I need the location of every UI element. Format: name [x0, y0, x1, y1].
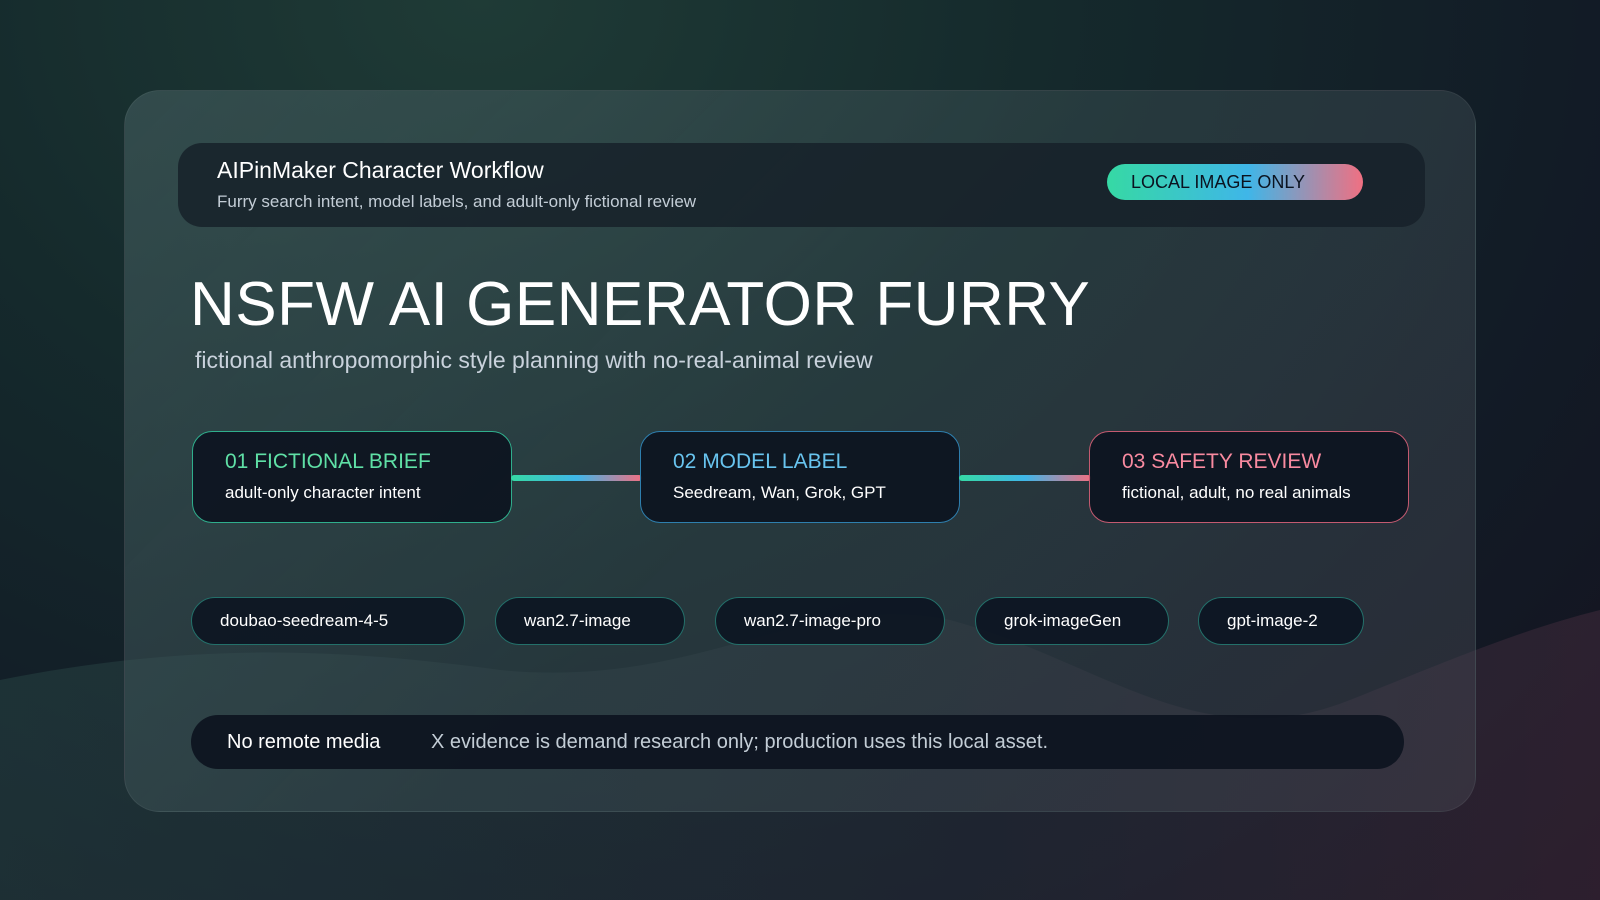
footer-label: No remote media — [227, 731, 381, 753]
model-pill-wan-image-pro: wan2.7-image-pro — [715, 597, 945, 645]
step-title: 02 MODEL LABEL — [673, 450, 848, 473]
step-description: adult-only character intent — [225, 483, 421, 502]
page-title: NSFW AI GENERATOR FURRY — [190, 270, 1091, 339]
local-image-badge: LOCAL IMAGE ONLY — [1107, 164, 1363, 200]
page-subtitle: fictional anthropomorphic style planning… — [195, 347, 873, 373]
footer-text: X evidence is demand research only; prod… — [431, 731, 1049, 753]
footer-note: No remote media X evidence is demand res… — [191, 715, 1404, 769]
header-title: AIPinMaker Character Workflow — [217, 157, 544, 183]
model-pill-grok-imagegen: grok-imageGen — [975, 597, 1169, 645]
step-description: Seedream, Wan, Grok, GPT — [673, 483, 886, 502]
workflow-header: AIPinMaker Character Workflow Furry sear… — [178, 143, 1425, 227]
model-pill-doubao-seedream: doubao-seedream-4-5 — [191, 597, 465, 645]
step-title: 01 FICTIONAL BRIEF — [225, 450, 431, 473]
header-subtitle: Furry search intent, model labels, and a… — [217, 192, 697, 211]
model-pill-wan-image: wan2.7-image — [495, 597, 685, 645]
step-title: 03 SAFETY REVIEW — [1122, 450, 1322, 473]
step-safety-review: 03 SAFETY REVIEW fictional, adult, no re… — [1089, 431, 1409, 523]
step-fictional-brief: 01 FICTIONAL BRIEF adult-only character … — [192, 431, 512, 523]
step-description: fictional, adult, no real animals — [1122, 483, 1351, 502]
step-connector — [511, 475, 642, 481]
step-model-label: 02 MODEL LABEL Seedream, Wan, Grok, GPT — [640, 431, 960, 523]
step-connector — [959, 475, 1091, 481]
model-pill-gpt-image: gpt-image-2 — [1198, 597, 1364, 645]
main-card: AIPinMaker Character Workflow Furry sear… — [124, 90, 1476, 812]
